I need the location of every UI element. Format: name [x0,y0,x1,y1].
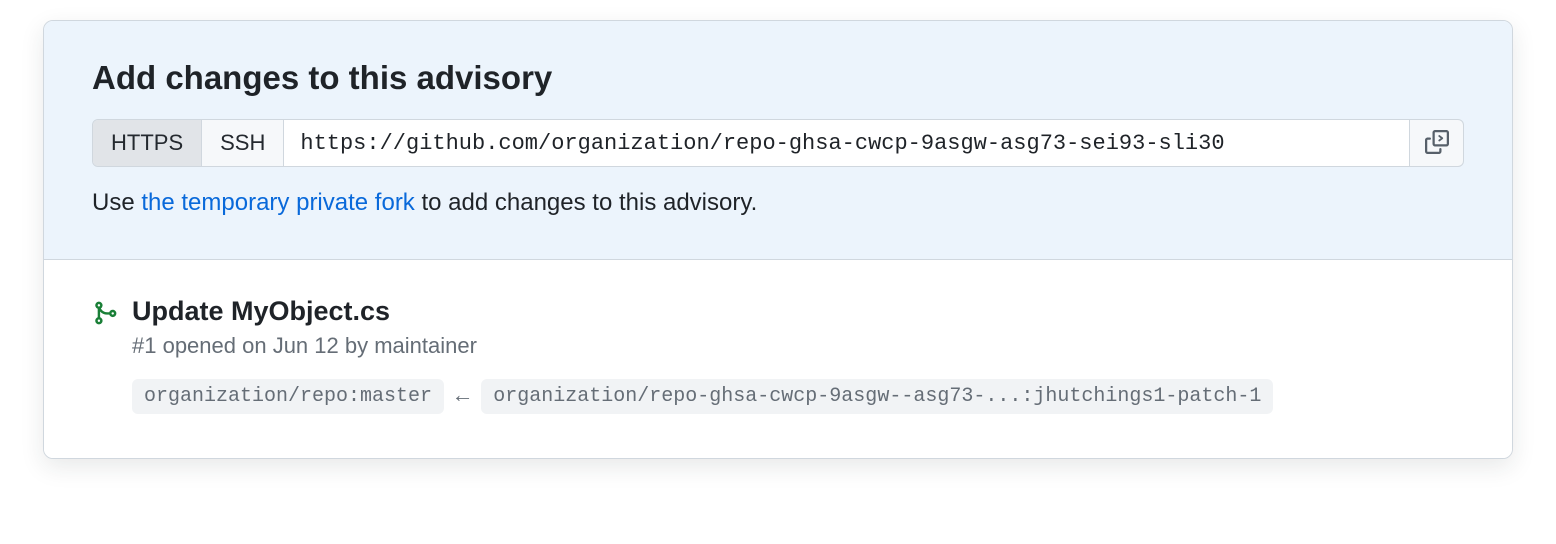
help-text: Use the temporary private fork to add ch… [92,189,1464,217]
pr-meta: #1 opened on Jun 12 by maintainer [132,333,1464,359]
pull-request-section: Update MyObject.cs #1 opened on Jun 12 b… [44,260,1512,458]
pr-title[interactable]: Update MyObject.cs [132,296,1464,327]
clone-url-row: HTTPS SSH [92,119,1464,167]
https-tab[interactable]: HTTPS [93,120,201,166]
clipboard-icon [1425,130,1449,157]
advisory-card: Add changes to this advisory HTTPS SSH U… [43,20,1513,459]
copy-button[interactable] [1410,119,1464,167]
protocol-tabs: HTTPS SSH [92,119,284,167]
arrow-left-icon: ← [456,384,469,409]
git-merge-icon [92,300,118,331]
help-suffix: to add changes to this advisory. [415,189,757,216]
pr-body: Update MyObject.cs #1 opened on Jun 12 b… [132,296,1464,414]
section-title: Add changes to this advisory [92,59,1464,97]
head-branch[interactable]: organization/repo-ghsa-cwcp-9asgw--asg73… [481,379,1273,414]
branch-row: organization/repo:master ← organization/… [132,379,1464,414]
help-prefix: Use [92,189,141,216]
base-branch[interactable]: organization/repo:master [132,379,444,414]
add-changes-section: Add changes to this advisory HTTPS SSH U… [44,21,1512,260]
clone-url-input[interactable] [284,119,1410,167]
pr-header: Update MyObject.cs #1 opened on Jun 12 b… [92,296,1464,414]
ssh-tab[interactable]: SSH [201,120,283,166]
private-fork-link[interactable]: the temporary private fork [141,189,414,216]
